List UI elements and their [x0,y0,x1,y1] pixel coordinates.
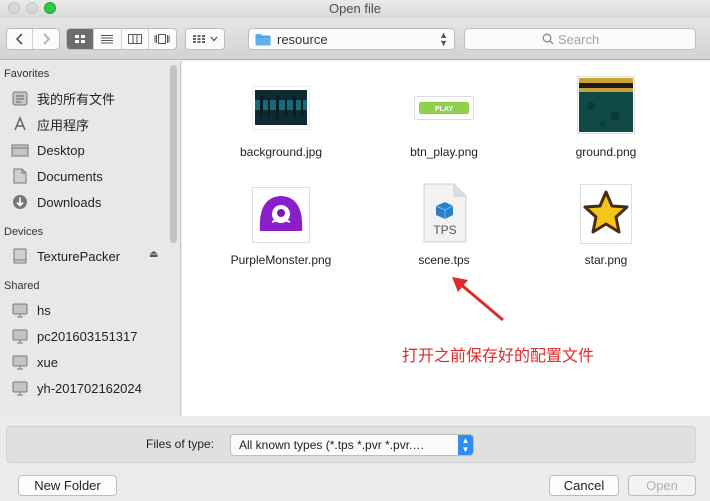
chevron-down-icon [210,36,218,42]
window-title: Open file [328,1,382,16]
sidebar-item-xue[interactable]: xue [11,351,161,373]
title-bar: Open file [0,0,710,18]
cover-flow-icon [154,34,170,44]
file-item-btn-play[interactable]: PLAY btn_play.png [359,77,529,159]
sidebar-item-label: xue [37,354,58,370]
sidebar-item-label: Documents [37,168,103,184]
sidebar-item-downloads[interactable]: Downloads [11,191,161,213]
tps-document-icon: TPS [359,179,529,247]
background-thumb [196,77,366,139]
downloads-icon [11,194,29,210]
tps-label: TPS [433,223,456,237]
sidebar-item-label: hs [37,302,51,318]
favorites-heading: Favorites [4,68,50,80]
sidebar-item-label: 应用程序 [37,117,90,133]
sidebar-item-all-files[interactable]: 我的所有文件 [11,87,161,109]
drive-icon [11,248,29,264]
file-name: scene.tps [418,253,470,267]
list-view-button[interactable] [94,29,122,49]
chevron-left-icon [15,33,23,45]
computer-icon [11,328,29,344]
sidebar-item-documents[interactable]: Documents [11,165,161,187]
computer-icon [11,380,29,396]
sidebar-item-label: TexturePacker [37,248,121,264]
cancel-button[interactable]: Cancel [549,475,619,496]
icon-view-button[interactable] [67,29,95,49]
up-down-arrows-icon: ▲ ▼ [458,435,473,455]
ground-thumb [521,71,691,139]
sidebar-scrollbar[interactable] [170,65,177,243]
file-type-bar: Files of type: All known types (*.tps *.… [6,426,696,463]
columns-icon [127,34,142,44]
forward-button[interactable] [33,29,59,49]
new-folder-button[interactable]: New Folder [18,475,117,496]
computer-icon [11,302,29,318]
file-item-star[interactable]: star.png [521,181,691,267]
file-item-purple-monster[interactable]: PurpleMonster.png [196,183,366,267]
file-name: star.png [584,253,628,267]
folder-icon [255,33,271,45]
play-label: PLAY [435,106,453,113]
open-file-dialog: Open file resource ▲ ▼ Search Favorites … [0,0,710,501]
arrow-annotation-icon [452,277,504,322]
file-name: background.jpg [239,145,323,159]
column-view-button[interactable] [122,29,149,49]
file-item-scene-tps[interactable]: TPS scene.tps [359,179,529,267]
back-button[interactable] [7,29,34,49]
sidebar-item-yh-201702162024[interactable]: yh-201702162024 [11,377,161,399]
search-field[interactable] [464,28,696,50]
sidebar-item-label: pc201603151317 [37,328,138,344]
desktop-icon [11,142,29,158]
path-popup[interactable]: resource ▲ ▼ [248,28,455,50]
file-browser: background.jpg PLAY btn_play.png ground.… [182,61,710,416]
purple-monster-thumb [196,183,366,247]
back-forward-group [6,28,60,50]
applications-icon [11,116,29,132]
sidebar-item-hs[interactable]: hs [11,299,161,321]
sidebar-item-label: yh-201702162024 [37,380,142,396]
file-type-value: All known types (*.tps *.pvr *.pvr.… [239,438,425,452]
sidebar-item-pc201603151317[interactable]: pc201603151317 [11,325,161,347]
file-type-label: Files of type: [146,437,215,451]
sidebar-item-applications[interactable]: 应用程序 [11,113,161,135]
file-item-background[interactable]: background.jpg [196,77,366,159]
devices-heading: Devices [4,226,44,238]
documents-icon [11,168,29,184]
icon-grid-icon [75,35,86,43]
arrange-menu-button[interactable] [185,28,225,50]
cover-flow-button[interactable] [149,29,176,49]
computer-icon [11,354,29,370]
chevron-right-icon [43,33,51,45]
all-files-icon [11,90,29,106]
sidebar-item-label: Downloads [37,194,102,210]
toolbar: resource ▲ ▼ [0,18,710,60]
sidebar-item-label: Desktop [37,142,85,158]
sidebar: Favorites 我的所有文件 应用程序 Desktop Documents [0,61,181,416]
search-input[interactable] [558,31,618,47]
sidebar-item-texturepacker[interactable]: TexturePacker ⏏ [11,245,161,267]
file-name: PurpleMonster.png [230,253,332,267]
path-label: resource [277,31,328,47]
star-thumb [521,181,691,247]
list-lines-icon [101,35,114,44]
sidebar-item-label: 我的所有文件 [37,91,116,107]
eject-icon[interactable]: ⏏ [149,249,158,260]
file-name: btn_play.png [410,145,478,159]
sidebar-item-desktop[interactable]: Desktop [11,139,161,161]
file-item-ground[interactable]: ground.png [521,71,691,159]
open-button[interactable]: Open [628,475,696,496]
search-icon [542,33,554,45]
view-mode-group [66,28,177,50]
annotation-text: 打开之前保存好的配置文件 [402,348,595,365]
file-type-select[interactable]: All known types (*.tps *.pvr *.pvr.… ▲ ▼ [230,434,474,456]
shared-heading: Shared [4,280,40,292]
file-name: ground.png [575,145,637,159]
arrange-grid-icon [193,35,205,43]
up-down-arrows-icon: ▲ ▼ [439,30,448,48]
play-button-thumb: PLAY [359,77,529,139]
